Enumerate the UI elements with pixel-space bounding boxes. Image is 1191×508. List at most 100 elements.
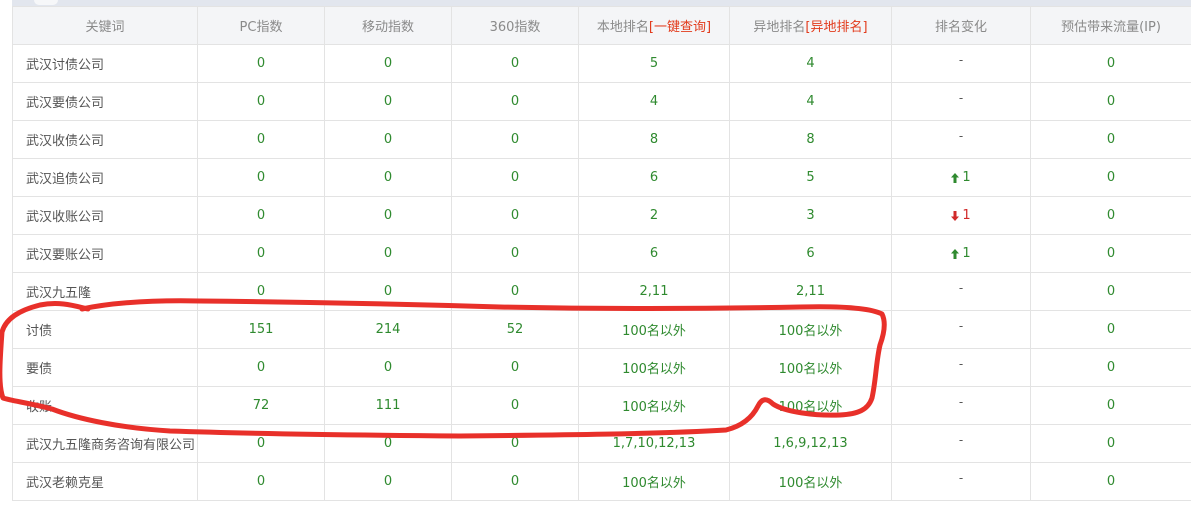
cell-360-index: 0	[451, 44, 579, 83]
cell-local-rank: 6	[578, 158, 730, 197]
cell-mobile-index: 0	[324, 424, 452, 463]
cell-local-rank: 100名以外	[578, 348, 730, 387]
cell-360-index: 0	[451, 158, 579, 197]
keyword-rank-table: 关键词 PC指数 移动指数 360指数 本地排名[一键查询] 异地排名[异地排名…	[12, 6, 1191, 501]
cell-mobile-index: 0	[324, 348, 452, 387]
table-body: 武汉讨债公司 0 0 0 5 4-0 武汉要债公司 0 0 0 4 4-0 武汉收债公司 0 0 0 8 8-0 武…	[12, 44, 1191, 501]
cell-rank-change: -	[891, 120, 1031, 159]
cell-local-rank: 5	[578, 44, 730, 83]
one-click-query-link[interactable]: [一键查询]	[649, 20, 711, 35]
cell-rank-change: 1	[891, 234, 1031, 273]
cell-mobile-index: 0	[324, 462, 452, 501]
cell-pc-index: 0	[197, 196, 325, 235]
table-row: 武汉收债公司 0 0 0 8 8-0	[12, 120, 1191, 159]
table-row: 武汉老赖克星 0 0 0 100名以外 100名以外 -0	[12, 462, 1191, 501]
cell-rank-change: -	[891, 462, 1031, 501]
arrow-down-icon	[951, 210, 960, 221]
cell-traffic: 0	[1030, 120, 1191, 159]
cell-traffic: 0	[1030, 386, 1191, 425]
cell-360-index: 0	[451, 386, 579, 425]
cell-keyword: 讨债	[12, 310, 198, 349]
table-row: 武汉收账公司 0 0 0 2 3 1 0	[12, 196, 1191, 235]
cell-rank-change: -	[891, 348, 1031, 387]
cell-pc-index: 0	[197, 82, 325, 121]
cell-traffic: 0	[1030, 462, 1191, 501]
cell-rank-change: -	[891, 44, 1031, 83]
cell-local-rank: 2	[578, 196, 730, 235]
rank-change-value: 1	[951, 208, 971, 223]
cell-pc-index: 0	[197, 120, 325, 159]
cell-remote-rank: 100名以外	[729, 462, 892, 501]
cell-rank-change: 1	[891, 158, 1031, 197]
cell-pc-index: 0	[197, 348, 325, 387]
cell-keyword: 武汉收账公司	[12, 196, 198, 235]
rank-change-number: 1	[962, 170, 971, 185]
cell-local-rank: 1,7,10,12,13	[578, 424, 730, 463]
table-row: 武汉九五隆 0 0 0 2,11 2,11-0	[12, 272, 1191, 311]
cell-remote-rank: 4	[729, 82, 892, 121]
header-remote-rank: 异地排名[异地排名]	[729, 6, 892, 45]
cell-keyword: 武汉追债公司	[12, 158, 198, 197]
table-header-row: 关键词 PC指数 移动指数 360指数 本地排名[一键查询] 异地排名[异地排名…	[12, 6, 1191, 45]
cell-traffic: 0	[1030, 158, 1191, 197]
cell-mobile-index: 0	[324, 82, 452, 121]
table-row: 讨债 151 214 52 100名以外 100名以外 -0	[12, 310, 1191, 349]
cell-pc-index: 0	[197, 424, 325, 463]
cell-mobile-index: 111	[324, 386, 452, 425]
table-row: 要债 0 0 0 100名以外 100名以外 -0	[12, 348, 1191, 387]
table-row: 收账 72 111 0 100名以外 100名以外 -0	[12, 386, 1191, 425]
cell-pc-index: 0	[197, 272, 325, 311]
cell-remote-rank: 1,6,9,12,13	[729, 424, 892, 463]
cell-mobile-index: 0	[324, 44, 452, 83]
header-traffic: 预估带来流量(IP)	[1030, 6, 1191, 45]
cell-pc-index: 0	[197, 158, 325, 197]
cell-mobile-index: 0	[324, 158, 452, 197]
cell-mobile-index: 0	[324, 272, 452, 311]
cell-360-index: 52	[451, 310, 579, 349]
cell-pc-index: 72	[197, 386, 325, 425]
table-row: 武汉讨债公司 0 0 0 5 4-0	[12, 44, 1191, 83]
cell-keyword: 收账	[12, 386, 198, 425]
remote-rank-link[interactable]: [异地排名]	[805, 20, 867, 35]
rank-change-dash: -	[958, 471, 964, 485]
cell-remote-rank: 6	[729, 234, 892, 273]
cell-remote-rank: 100名以外	[729, 348, 892, 387]
rank-change-value: 1	[951, 170, 971, 185]
rank-change-dash: -	[958, 433, 964, 447]
cell-local-rank: 100名以外	[578, 386, 730, 425]
header-remote-rank-label: 异地排名	[753, 20, 806, 35]
cell-local-rank: 6	[578, 234, 730, 273]
cell-keyword: 武汉讨债公司	[12, 44, 198, 83]
arrow-up-icon	[951, 248, 960, 259]
cell-local-rank: 8	[578, 120, 730, 159]
cell-keyword: 武汉要债公司	[12, 82, 198, 121]
cell-keyword: 武汉收债公司	[12, 120, 198, 159]
cell-keyword: 要债	[12, 348, 198, 387]
cell-traffic: 0	[1030, 82, 1191, 121]
cell-remote-rank: 5	[729, 158, 892, 197]
cell-360-index: 0	[451, 196, 579, 235]
cell-traffic: 0	[1030, 272, 1191, 311]
rank-change-number: 1	[962, 208, 971, 223]
cell-360-index: 0	[451, 462, 579, 501]
cell-mobile-index: 0	[324, 196, 452, 235]
rank-change-dash: -	[958, 319, 964, 333]
header-keyword: 关键词	[12, 6, 198, 45]
rank-change-dash: -	[958, 281, 964, 295]
cell-pc-index: 0	[197, 234, 325, 273]
header-pc-index: PC指数	[197, 6, 325, 45]
header-local-rank: 本地排名[一键查询]	[578, 6, 730, 45]
cell-local-rank: 2,11	[578, 272, 730, 311]
header-local-rank-label: 本地排名	[596, 20, 649, 35]
cell-remote-rank: 8	[729, 120, 892, 159]
rank-change-dash: -	[958, 357, 964, 371]
table-row: 武汉九五隆商务咨询有限公司 0 0 0 1,7,10,12,13 1,6,9,12,13-…	[12, 424, 1191, 463]
cell-mobile-index: 214	[324, 310, 452, 349]
cell-traffic: 0	[1030, 348, 1191, 387]
rank-change-value: 1	[951, 246, 971, 261]
cell-pc-index: 0	[197, 462, 325, 501]
table-row: 武汉要账公司 0 0 0 6 6 1 0	[12, 234, 1191, 273]
cell-rank-change: -	[891, 386, 1031, 425]
cell-local-rank: 4	[578, 82, 730, 121]
rank-change-dash: -	[958, 53, 964, 67]
